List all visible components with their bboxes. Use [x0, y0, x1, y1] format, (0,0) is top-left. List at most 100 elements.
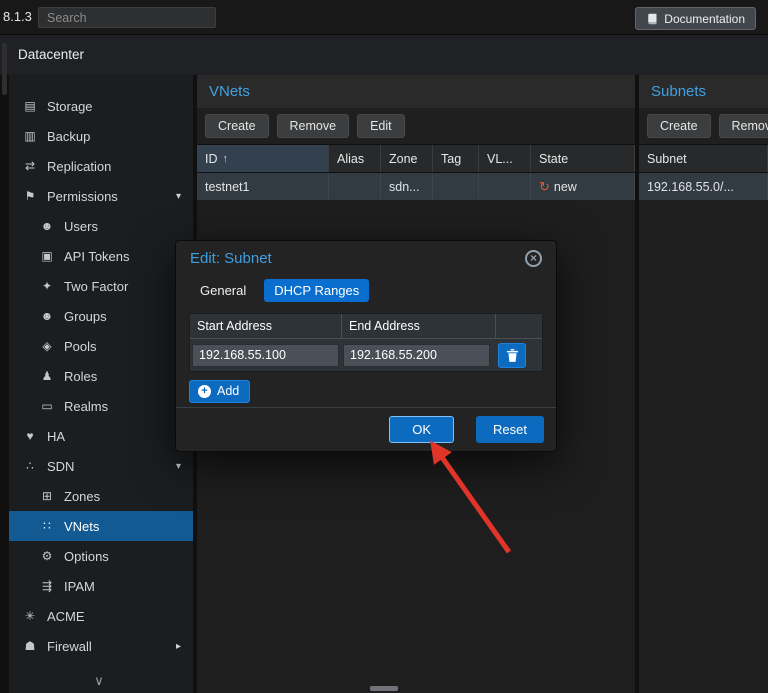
sidebar-item-groups[interactable]: ☻ Groups: [9, 301, 193, 331]
sidebar-item-realms[interactable]: ▭ Realms: [9, 391, 193, 421]
user-icon: ☻: [39, 219, 55, 233]
sidebar-item-vnets[interactable]: ∷ VNets: [9, 511, 193, 541]
api-token-icon: ▣: [39, 249, 55, 263]
subnets-table-row[interactable]: 192.168.55.0/...: [639, 173, 768, 200]
column-header-state[interactable]: State: [531, 145, 635, 172]
column-header-state-label: State: [539, 152, 568, 166]
sidebar-item-ha[interactable]: ♥ HA ▸: [9, 421, 193, 451]
add-button-label: Add: [217, 384, 239, 398]
book-icon: [646, 13, 658, 25]
subnets-create-button[interactable]: Create: [647, 114, 711, 138]
cell-zone: sdn...: [381, 173, 433, 200]
sidebar-item-label: SDN: [47, 459, 74, 474]
sidebar-item-label: Users: [64, 219, 98, 234]
cell-alias: [329, 173, 381, 200]
sidebar-item-label: VNets: [64, 519, 99, 534]
sidebar-item-sdn[interactable]: ∴ SDN ▾: [9, 451, 193, 481]
sidebar-item-label: IPAM: [64, 579, 95, 594]
sidebar-item-label: HA: [47, 429, 65, 444]
sidebar-item-ipam[interactable]: ⇶ IPAM: [9, 571, 193, 601]
permissions-icon: ⚑: [22, 189, 38, 203]
tab-general[interactable]: General: [190, 279, 256, 302]
zones-grid-icon: ⊞: [39, 489, 55, 503]
end-address-input[interactable]: [343, 344, 490, 367]
ok-button[interactable]: OK: [389, 416, 454, 443]
column-header-subnet[interactable]: Subnet: [639, 145, 768, 172]
edit-subnet-dialog: Edit: Subnet × General DHCP Ranges Start…: [175, 240, 557, 452]
delete-range-button[interactable]: [498, 343, 526, 368]
sidebar-item-options[interactable]: ⚙ Options: [9, 541, 193, 571]
column-header-alias-label: Alias: [337, 152, 364, 166]
subnets-remove-button[interactable]: Remove: [719, 114, 768, 138]
sidebar-item-backup[interactable]: ▥ Backup: [9, 121, 193, 151]
ipam-signs-icon: ⇶: [39, 579, 55, 593]
vnets-edit-button[interactable]: Edit: [357, 114, 405, 138]
column-header-actions: [496, 314, 542, 338]
documentation-button[interactable]: Documentation: [635, 7, 756, 30]
column-header-subnet-label: Subnet: [647, 152, 687, 166]
column-header-tag-label: Tag: [441, 152, 461, 166]
vnets-table-row[interactable]: testnet1 sdn... ↻ new: [197, 173, 635, 200]
dialog-header[interactable]: Edit: Subnet ×: [176, 241, 556, 275]
sidebar-item-replication[interactable]: ⇄ Replication: [9, 151, 193, 181]
column-header-vlan[interactable]: VL...: [479, 145, 531, 172]
sidebar-item-label: Groups: [64, 309, 107, 324]
sidebar-item-pools[interactable]: ◈ Pools: [9, 331, 193, 361]
backup-icon: ▥: [22, 129, 38, 143]
column-header-alias[interactable]: Alias: [329, 145, 381, 172]
breadcrumb: Datacenter: [0, 35, 768, 75]
sidebar-item-acme[interactable]: ✳ ACME: [9, 601, 193, 631]
gear-icon: ⚙: [39, 549, 55, 563]
add-range-button[interactable]: + Add: [189, 380, 250, 403]
two-factor-key-icon: ✦: [39, 279, 55, 293]
sidebar-item-label: Two Factor: [64, 279, 128, 294]
sidebar-item-two-factor[interactable]: ✦ Two Factor: [9, 271, 193, 301]
page-title: Datacenter: [18, 47, 84, 62]
sidebar-item-storage[interactable]: ▤ Storage: [9, 91, 193, 121]
sidebar-item-users[interactable]: ☻ Users: [9, 211, 193, 241]
plus-circle-icon: +: [198, 385, 211, 398]
subnets-panel-title: Subnets: [651, 83, 706, 100]
sidebar-item-label: API Tokens: [64, 249, 130, 264]
sidebar-item-label: Roles: [64, 369, 97, 384]
roles-icon: ♟: [39, 369, 55, 383]
sidebar-item-zones[interactable]: ⊞ Zones: [9, 481, 193, 511]
documentation-label: Documentation: [664, 12, 745, 26]
reset-button[interactable]: Reset: [476, 416, 544, 443]
column-header-zone[interactable]: Zone: [381, 145, 433, 172]
tab-dhcp-ranges[interactable]: DHCP Ranges: [264, 279, 369, 302]
dhcp-range-row: [190, 339, 542, 371]
caret-right-icon: ▸: [176, 641, 181, 652]
subnets-table-header: Subnet: [639, 145, 768, 173]
sidebar-item-api-tokens[interactable]: ▣ API Tokens: [9, 241, 193, 271]
close-icon[interactable]: ×: [525, 250, 542, 267]
sidebar-item-label: Zones: [64, 489, 100, 504]
sort-ascending-icon: ↑: [223, 153, 229, 165]
sidebar-item-permissions[interactable]: ⚑ Permissions ▾: [9, 181, 193, 211]
panel-expand-handle[interactable]: [2, 43, 7, 95]
cell-vlan: [479, 173, 531, 200]
shield-icon: ☗: [22, 639, 38, 653]
dialog-title: Edit: Subnet: [190, 250, 272, 267]
cell-tag: [433, 173, 479, 200]
sidebar-item-label: Firewall: [47, 639, 92, 654]
column-header-zone-label: Zone: [389, 152, 418, 166]
vnets-remove-button[interactable]: Remove: [277, 114, 350, 138]
sidebar-item-label: Backup: [47, 129, 90, 144]
column-header-id[interactable]: ID ↑: [197, 145, 329, 172]
vnets-create-button[interactable]: Create: [205, 114, 269, 138]
subnets-toolbar: Create Remove: [639, 108, 768, 145]
cell-state: ↻ new: [531, 173, 635, 200]
cell-subnet: 192.168.55.0/...: [639, 173, 768, 200]
sidebar-item-firewall[interactable]: ☗ Firewall ▸: [9, 631, 193, 661]
sidebar-item-roles[interactable]: ♟ Roles: [9, 361, 193, 391]
column-header-id-label: ID: [205, 152, 218, 166]
search-input[interactable]: [38, 7, 216, 28]
start-address-input[interactable]: [192, 344, 339, 367]
state-text: new: [554, 180, 577, 194]
sidebar-scroll-more-icon[interactable]: ∨: [9, 673, 193, 689]
horizontal-scrollbar-thumb[interactable]: [370, 686, 398, 691]
sidebar-item-label: Storage: [47, 99, 93, 114]
collapsed-panel-strip: [0, 75, 9, 693]
column-header-tag[interactable]: Tag: [433, 145, 479, 172]
